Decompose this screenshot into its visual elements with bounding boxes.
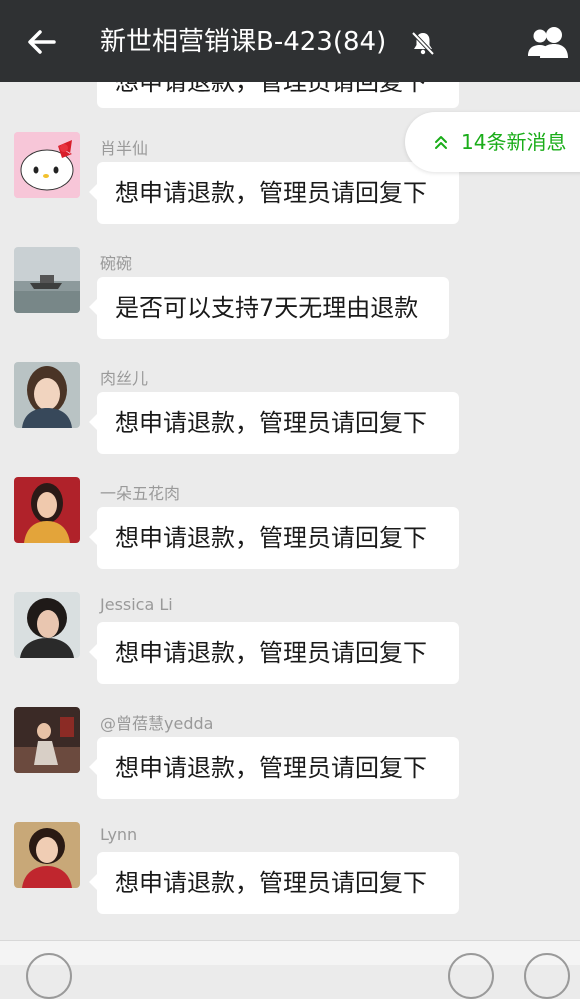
voice-toggle-icon[interactable] <box>26 953 72 999</box>
sender-name: 一朵五花肉 <box>100 484 181 503</box>
emoji-icon[interactable] <box>448 953 494 999</box>
input-toolbar <box>0 940 580 999</box>
group-members-icon[interactable] <box>524 24 572 60</box>
message-row: Jessica Li 想申请退款，管理员请回复下 <box>0 542 580 684</box>
sender-name: 肖半仙 <box>100 139 149 158</box>
message-bubble[interactable]: 想申请退款，管理员请回复下 <box>89 852 459 914</box>
message-row: @曾蓓慧yedda 想申请退款，管理员请回复下 <box>0 657 580 799</box>
plus-icon[interactable] <box>524 953 570 999</box>
chat-header: 新世相营销课B-423(84) <box>0 0 580 82</box>
message-row: 肉丝儿 想申请退款，管理员请回复下 <box>0 312 580 454</box>
sender-name: Lynn <box>100 825 138 844</box>
chat-title: 新世相营销课B-423(84) <box>100 27 387 57</box>
new-messages-button[interactable]: 14条新消息 <box>405 112 580 172</box>
avatar[interactable] <box>14 707 80 773</box>
chat-message-list[interactable]: 想申请退款，管理员请回复下 肖半仙 想申请退款，管理员请回复下 碗碗 是否可以支… <box>0 82 580 942</box>
avatar[interactable] <box>14 362 80 428</box>
message-row: 碗碗 是否可以支持7天无理由退款 <box>0 197 580 339</box>
avatar[interactable] <box>14 822 80 888</box>
sender-name: 碗碗 <box>100 254 133 273</box>
avatar[interactable] <box>14 477 80 543</box>
message-text: 想申请退款，管理员请回复下 <box>115 869 427 897</box>
avatar[interactable] <box>14 132 80 198</box>
message-row: 一朵五花肉 想申请退款，管理员请回复下 <box>0 427 580 569</box>
sender-name: @曾蓓慧yedda <box>100 714 214 733</box>
bell-off-icon <box>411 31 435 56</box>
message-row: Lynn 想申请退款，管理员请回复下 <box>0 772 580 914</box>
sender-name: 肉丝儿 <box>100 369 149 388</box>
avatar[interactable] <box>14 592 80 658</box>
back-arrow-icon[interactable] <box>22 22 62 62</box>
double-chevron-up-icon <box>435 136 447 149</box>
sender-name: Jessica Li <box>100 595 173 614</box>
avatar[interactable] <box>14 247 80 313</box>
new-messages-label: 14条新消息 <box>461 130 567 154</box>
